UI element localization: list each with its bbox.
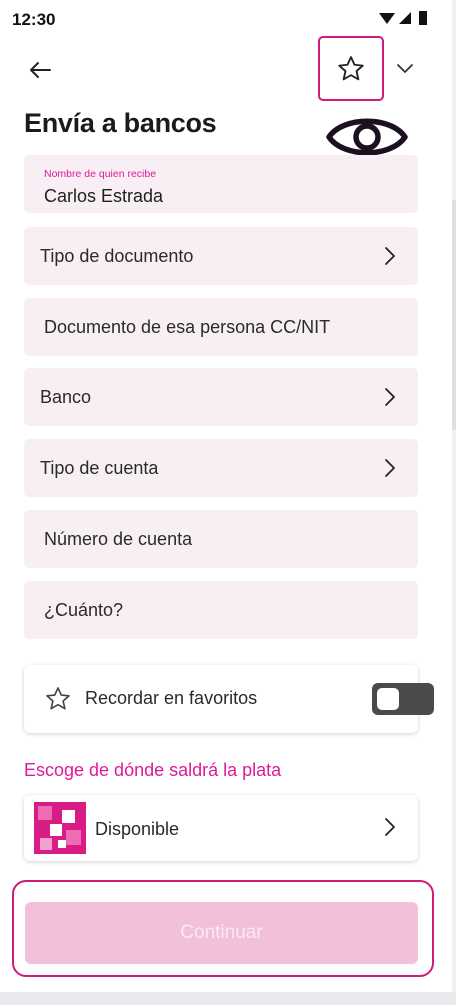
favorites-toggle[interactable]	[372, 683, 434, 715]
back-button[interactable]	[22, 52, 58, 88]
chevron-right-icon	[385, 818, 395, 836]
status-bar: 12:30	[0, 0, 456, 40]
chevron-right-icon	[385, 459, 395, 477]
continue-button[interactable]: Continuar	[25, 902, 418, 964]
chevron-right-icon	[385, 247, 395, 265]
bank-label: Banco	[40, 387, 92, 407]
recipient-name-value: Carlos Estrada	[44, 186, 164, 206]
account-number-input[interactable]: Número de cuenta	[24, 510, 418, 568]
document-number-input[interactable]: Documento de esa persona CC/NIT	[24, 298, 418, 356]
page-title: Envía a bancos	[24, 108, 217, 138]
chevron-right-icon	[385, 388, 395, 406]
battery-icon	[419, 11, 427, 25]
source-heading: Escoge de dónde saldrá la plata	[24, 760, 282, 780]
document-type-label: Tipo de documento	[40, 246, 194, 266]
arrow-left-icon	[30, 62, 51, 78]
star-outline-icon	[338, 55, 364, 80]
bottom-navigation-strip	[0, 992, 456, 1005]
favorites-card: Recordar en favoritos	[24, 665, 434, 733]
document-number-placeholder: Documento de esa persona CC/NIT	[44, 317, 331, 337]
recipient-name-label: Nombre de quien recibe	[44, 168, 157, 180]
scroll-track	[452, 0, 456, 1005]
recipient-name-field[interactable]: Nombre de quien recibe Carlos Estrada	[24, 155, 418, 213]
status-time: 12:30	[12, 10, 56, 29]
favorite-star-button[interactable]	[318, 36, 384, 101]
status-icons	[378, 10, 430, 28]
scrollbar-thumb[interactable]	[452, 200, 456, 430]
document-type-select[interactable]: Tipo de documento	[24, 227, 418, 285]
favorites-label: Recordar en favoritos	[85, 688, 258, 708]
account-number-placeholder: Número de cuenta	[44, 529, 193, 549]
toggle-knob	[377, 688, 399, 710]
bank-select[interactable]: Banco	[24, 368, 418, 426]
amount-placeholder: ¿Cuánto?	[44, 600, 124, 620]
chevron-down-icon	[397, 64, 413, 73]
source-account-label: Disponible	[95, 819, 180, 839]
account-type-select[interactable]: Tipo de cuenta	[24, 439, 418, 497]
amount-input[interactable]: ¿Cuánto?	[24, 581, 418, 639]
more-options-button[interactable]	[390, 54, 420, 82]
source-account-selector[interactable]: Disponible	[24, 795, 418, 861]
account-logo-icon	[34, 802, 86, 854]
wifi-icon	[379, 13, 395, 24]
account-type-label: Tipo de cuenta	[40, 458, 159, 478]
signal-icon	[399, 12, 411, 24]
star-outline-icon	[46, 687, 70, 710]
